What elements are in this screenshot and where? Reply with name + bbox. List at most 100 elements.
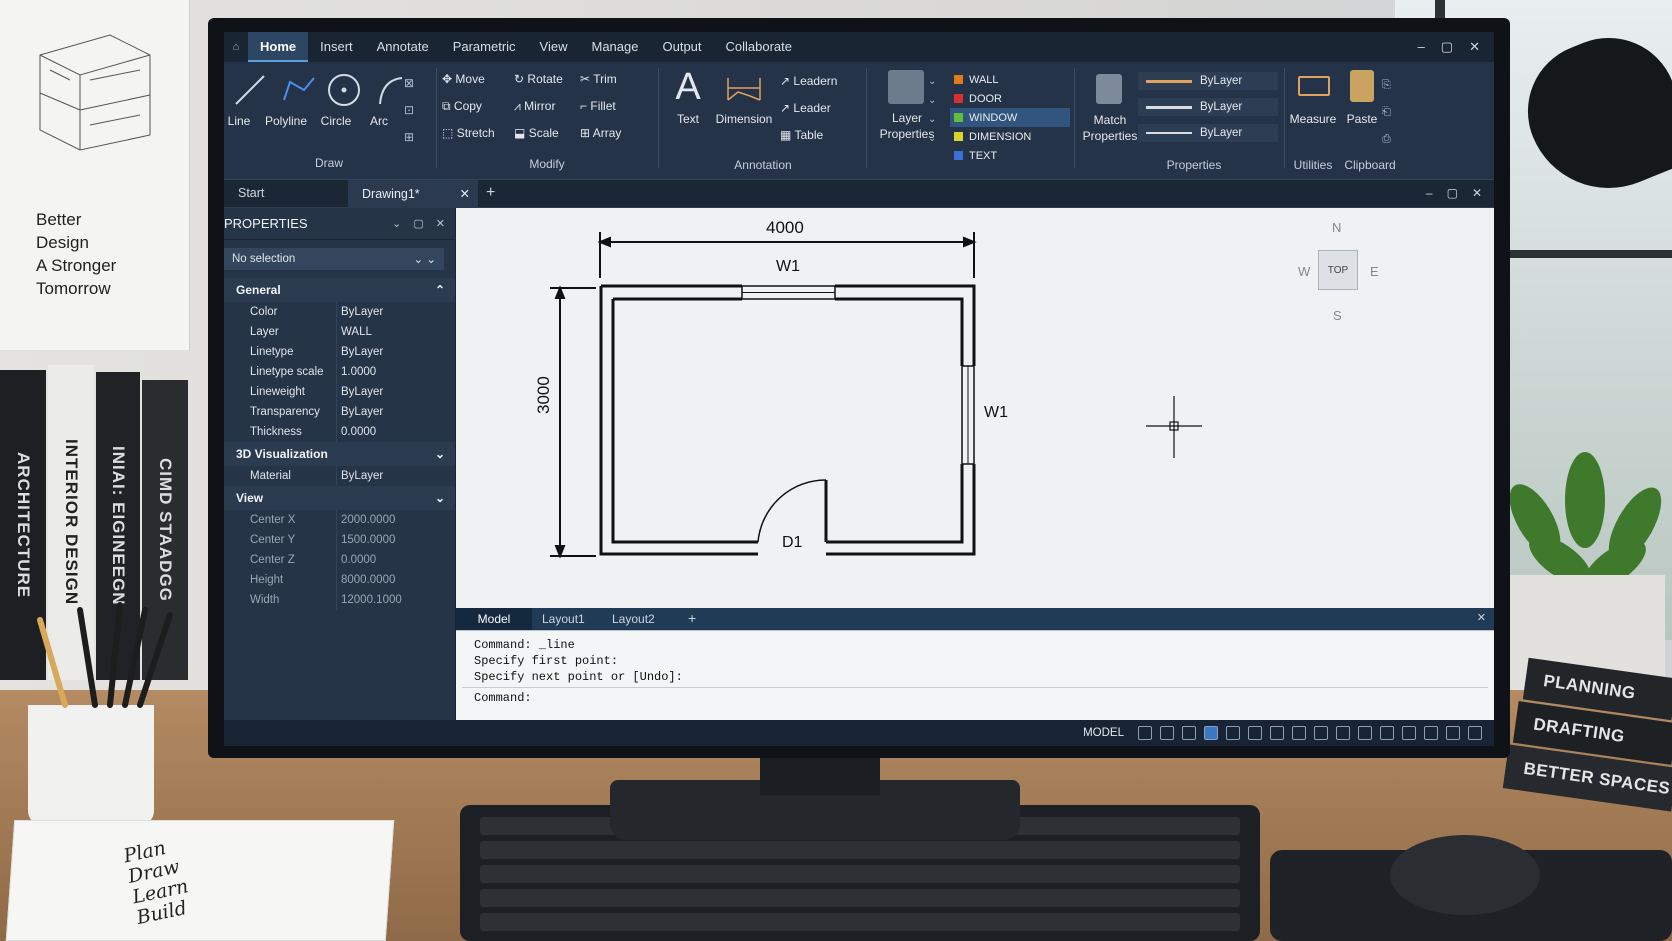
property-row[interactable]: Height 8000.0000	[224, 570, 455, 590]
property-value[interactable]: 8000.0000	[336, 570, 455, 590]
match-properties-button[interactable]: Match Properties	[1080, 112, 1140, 144]
clipboard-more-icons[interactable]: ⎘ ⎗ ⎙	[1382, 72, 1396, 153]
ortho-icon[interactable]	[1182, 726, 1196, 740]
workspace-icon[interactable]	[1380, 726, 1394, 740]
property-value[interactable]: 1500.0000	[336, 530, 455, 550]
color-dropdown[interactable]: ByLayer	[1138, 72, 1278, 90]
property-value[interactable]: 12000.1000	[336, 590, 455, 610]
fullscreen-icon[interactable]	[1446, 726, 1460, 740]
units-icon[interactable]	[1402, 726, 1416, 740]
table-button[interactable]: ▦ Table	[780, 128, 870, 142]
property-value[interactable]: 1.0000	[336, 362, 455, 382]
isolate-icon[interactable]	[1424, 726, 1438, 740]
property-value[interactable]: ByLayer	[336, 382, 455, 402]
close-icon[interactable]: ✕	[1469, 39, 1480, 55]
layer-item[interactable]: TEXT	[950, 146, 1070, 165]
property-value[interactable]: 0.0000	[336, 422, 455, 442]
property-row[interactable]: Thickness 0.0000	[224, 422, 455, 442]
section-3d-visualization[interactable]: 3D Visualization ⌄	[224, 442, 455, 466]
layer-item[interactable]: DIMENSION	[950, 127, 1070, 146]
osnap-icon[interactable]	[1226, 726, 1240, 740]
minimize-icon[interactable]: –	[1418, 39, 1425, 55]
property-row[interactable]: Center Z 0.0000	[224, 550, 455, 570]
drawing-canvas[interactable]: 4000 W1 W1 D1 3000 N W E S TOP	[456, 208, 1494, 608]
restore-icon[interactable]: ▢	[413, 217, 423, 230]
property-row[interactable]: Lineweight ByLayer	[224, 382, 455, 402]
maximize-icon[interactable]: ▢	[1441, 39, 1453, 55]
close-icon[interactable]: ✕	[436, 217, 445, 230]
leadern-button[interactable]: ↗ Leadern	[780, 74, 870, 88]
close-tab-icon[interactable]: ✕	[460, 180, 470, 208]
selection-cycling-icon[interactable]	[1314, 726, 1328, 740]
property-value[interactable]: WALL	[336, 322, 455, 342]
copy-button[interactable]: ⧉ Copy	[442, 99, 512, 114]
property-value[interactable]: 2000.0000	[336, 510, 455, 530]
viewcube-east[interactable]: E	[1370, 264, 1379, 279]
property-value[interactable]: ByLayer	[336, 402, 455, 422]
viewcube-north[interactable]: N	[1332, 220, 1341, 235]
minimize-drawing-icon[interactable]: –	[1426, 186, 1433, 200]
viewcube-south[interactable]: S	[1333, 308, 1342, 323]
layer-item[interactable]: DOOR	[950, 89, 1070, 108]
property-row[interactable]: Color ByLayer	[224, 302, 455, 322]
text-button[interactable]: Text	[668, 112, 708, 126]
app-menu-icon[interactable]: ⌂	[224, 41, 248, 53]
selection-dropdown[interactable]: No selection ⌄ ⌄	[224, 248, 444, 270]
move-button[interactable]: ✥ Move	[442, 72, 512, 86]
property-row[interactable]: Width 12000.1000	[224, 590, 455, 610]
measure-button[interactable]: Measure	[1288, 112, 1338, 126]
transparency-icon[interactable]	[1292, 726, 1306, 740]
array-button[interactable]: ⊞ Array	[580, 126, 640, 140]
chevron-down-icon[interactable]: ⌄	[392, 217, 401, 230]
property-row[interactable]: Center X 2000.0000	[224, 510, 455, 530]
property-row[interactable]: Linetype ByLayer	[224, 342, 455, 362]
gizmo-icon[interactable]	[1336, 726, 1350, 740]
dimension-button[interactable]: Dimension	[714, 112, 774, 126]
tab-model[interactable]: Model	[456, 608, 532, 630]
section-view[interactable]: View ⌄	[224, 486, 455, 510]
layer-toggle-icons[interactable]: ⌄ ⌄ ⌄ ⌄	[928, 72, 942, 148]
viewcube-top[interactable]: TOP	[1318, 250, 1358, 290]
leader-button[interactable]: ↗ Leader	[780, 101, 870, 115]
tab-start[interactable]: Start	[238, 186, 264, 200]
otrack-icon[interactable]	[1248, 726, 1262, 740]
circle-button[interactable]: Circle	[316, 114, 356, 128]
customize-icon[interactable]	[1468, 726, 1482, 740]
model-space-button[interactable]: MODEL	[1083, 727, 1124, 739]
property-value[interactable]: 0.0000	[336, 550, 455, 570]
lineweight-dropdown[interactable]: ByLayer	[1138, 124, 1278, 142]
snap-icon[interactable]	[1160, 726, 1174, 740]
tab-home[interactable]: Home	[248, 32, 309, 62]
mirror-button[interactable]: ⩘ Mirror	[514, 99, 578, 114]
scale-button[interactable]: ⬓ Scale	[514, 126, 578, 140]
fillet-button[interactable]: ⌐ Fillet	[580, 99, 640, 113]
arc-button[interactable]: Arc	[364, 114, 394, 128]
rotate-button[interactable]: ↻ Rotate	[514, 72, 578, 86]
tab-annotate[interactable]: Annotate	[365, 32, 441, 62]
property-row[interactable]: Center Y 1500.0000	[224, 530, 455, 550]
linetype-dropdown[interactable]: ByLayer	[1138, 98, 1278, 116]
paste-button[interactable]: Paste	[1340, 112, 1384, 126]
viewcube[interactable]: N W E S TOP	[1298, 220, 1379, 323]
tab-insert[interactable]: Insert	[308, 32, 365, 62]
add-layout-icon[interactable]: +	[688, 610, 696, 626]
stretch-button[interactable]: ⬚ Stretch	[442, 126, 512, 140]
tab-drawing1[interactable]: Drawing1* ✕	[348, 180, 478, 208]
restore-drawing-icon[interactable]: ▢	[1447, 186, 1458, 200]
tab-collaborate[interactable]: Collaborate	[714, 32, 805, 62]
property-row[interactable]: Layer WALL	[224, 322, 455, 342]
property-value[interactable]: ByLayer	[336, 466, 455, 486]
property-value[interactable]: ByLayer	[336, 302, 455, 322]
line-button[interactable]: Line	[224, 114, 254, 128]
lineweight-icon[interactable]	[1270, 726, 1284, 740]
trim-button[interactable]: ✂ Trim	[580, 72, 640, 86]
tab-layout2[interactable]: Layout2	[612, 612, 655, 626]
viewcube-west[interactable]: W	[1298, 264, 1310, 279]
polar-icon[interactable]	[1204, 726, 1218, 740]
polyline-button[interactable]: Polyline	[262, 114, 310, 128]
tab-output[interactable]: Output	[650, 32, 713, 62]
layer-item[interactable]: WINDOW	[950, 108, 1070, 127]
tab-layout1[interactable]: Layout1	[542, 612, 585, 626]
grid-icon[interactable]	[1138, 726, 1152, 740]
tab-parametric[interactable]: Parametric	[441, 32, 528, 62]
